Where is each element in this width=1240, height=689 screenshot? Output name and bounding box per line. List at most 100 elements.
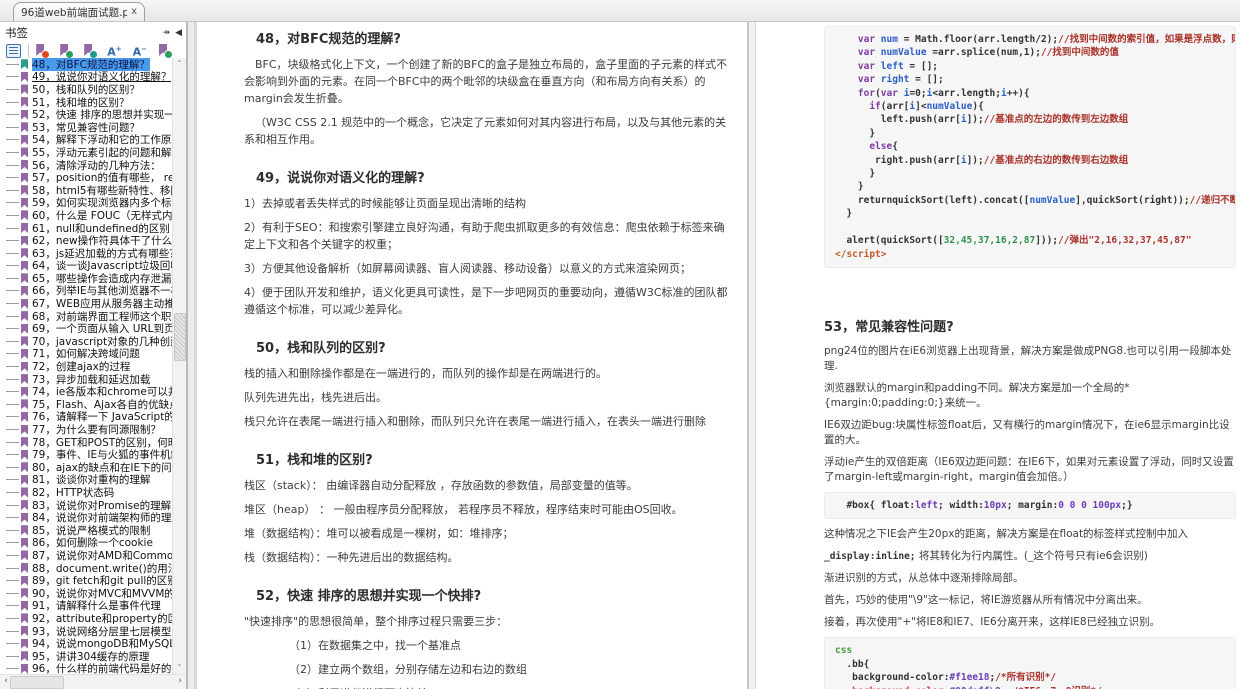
- bookmark-item[interactable]: 85，说说严格模式的限制: [0, 524, 173, 537]
- bookmark-item[interactable]: 63，js延迟加载的方式有哪些？: [0, 247, 173, 260]
- bookmark-item[interactable]: 64，谈一谈Javascript垃圾回收方式: [0, 260, 173, 272]
- bookmark-item[interactable]: 78，GET和POST的区别，何时使用POST: [0, 436, 173, 448]
- bookmark-icon: [21, 411, 28, 422]
- expand-panel-icon[interactable]: ↠: [163, 28, 171, 38]
- bookmark-item[interactable]: 96，什么样的前端代码是好的: [0, 663, 173, 674]
- bookmark-item[interactable]: 88，document.write()的用法: [0, 562, 173, 574]
- bookmark-item[interactable]: 90，说说你对MVC和MVVM的理解: [0, 587, 173, 600]
- scroll-up-icon[interactable]: ˄: [173, 58, 186, 70]
- doc-paragraph: 4）便于团队开发和维护，语义化更具可读性，是下一步吧网页的重要动向，遵循W3C标…: [244, 286, 728, 316]
- bookmark-item[interactable]: 82，HTTP状态码: [0, 486, 173, 499]
- bookmark-icon: [21, 537, 28, 548]
- bookmark-icon: [21, 185, 28, 196]
- tree-connector: [6, 466, 19, 468]
- bookmark-item[interactable]: 52，快速 排序的思想并实现一个快排？: [0, 108, 173, 121]
- horizontal-scrollbar-thumb[interactable]: [10, 676, 64, 689]
- bookmark-label: 93，说说网络分层里七层模型是哪七层: [32, 625, 173, 638]
- bookmark-item[interactable]: 53，常见兼容性问题？: [0, 121, 173, 134]
- scroll-down-icon[interactable]: ˅: [173, 662, 186, 674]
- bookmark-item[interactable]: 55，浮动元素引起的问题和解决办法？: [0, 146, 173, 159]
- bookmark-item[interactable]: 48，对BFC规范的理解？: [0, 58, 173, 71]
- code-token: }: [835, 127, 876, 139]
- bookmark-item[interactable]: 65，哪些操作会造成内存泄漏？: [0, 272, 173, 285]
- bookmark-item[interactable]: 83，说说你对Promise的理解: [0, 499, 173, 512]
- pdf-page-left: 48，对BFC规范的理解? BFC，块级格式化上下文，一个创建了新的BFC的盒子是…: [197, 22, 747, 689]
- bookmark-locate-icon[interactable]: [83, 44, 99, 59]
- bookmark-item[interactable]: 75，Flash、Ajax各自的优缺点，如何取舍: [0, 398, 173, 411]
- bookmark-label: 82，HTTP状态码: [32, 486, 115, 499]
- bookmark-item[interactable]: 70，javascript对象的几种创建方式: [0, 335, 173, 348]
- bookmark-item[interactable]: 71，如何解决跨域问题: [0, 348, 173, 361]
- bookmark-item[interactable]: 60，什么是 FOUC（无样式内容闪烁）: [0, 209, 173, 222]
- bookmark-item[interactable]: 50，栈和队列的区别？: [0, 83, 173, 96]
- code-line: returnquickSort(left).concat([numValue],…: [835, 194, 1235, 207]
- collapse-panel-icon[interactable]: ◀: [175, 28, 182, 38]
- bookmark-label: 59，如何实现浏览器内多个标签页之间的通信?: [32, 197, 173, 210]
- document-tab[interactable]: 96道web前端面试题.pdf x: [13, 2, 145, 21]
- bookmark-label: 83，说说你对Promise的理解: [32, 499, 172, 512]
- bookmark-options-icon[interactable]: [158, 44, 173, 59]
- font-increase-icon[interactable]: A+: [107, 43, 121, 59]
- code-token: ){: [972, 101, 984, 113]
- panel-splitter[interactable]: [186, 22, 197, 689]
- bookmark-item[interactable]: 74，ie各版本和chrome可以并行下载多少资源: [0, 385, 173, 398]
- bookmark-item[interactable]: 93，说说网络分层里七层模型是哪七层: [0, 625, 173, 638]
- bookmark-label: 62，new操作符具体干了什么呢?: [32, 235, 173, 247]
- tree-connector: [6, 454, 19, 456]
- bookmark-item[interactable]: 51，栈和堆的区别？: [0, 96, 173, 108]
- bookmark-item[interactable]: 87，说说你对AMD和Commonjs的理解: [0, 549, 173, 562]
- tree-connector: [6, 542, 19, 544]
- code-token: ]));: [1035, 235, 1059, 247]
- bookmark-item[interactable]: 81，谈谈你对重构的理解: [0, 474, 173, 487]
- sidebar-horizontal-scrollbar[interactable]: ‹ ›: [0, 674, 186, 689]
- scroll-right-icon[interactable]: ›: [174, 675, 186, 689]
- bookmark-item[interactable]: 67，WEB应用从服务器主动推送数据的方式: [0, 297, 173, 310]
- bookmark-item[interactable]: 66，列举IE与其他浏览器不一样的特性？: [0, 285, 173, 297]
- bookmark-label: 81，谈谈你对重构的理解: [32, 474, 151, 487]
- bookmark-item[interactable]: 76，请解释一下 JavaScript的同源策略: [0, 411, 173, 423]
- bookmark-item[interactable]: 77，为什么要有同源限制？: [0, 423, 173, 436]
- bookmark-item[interactable]: 59，如何实现浏览器内多个标签页之间的通信?: [0, 197, 173, 210]
- bookmark-panel-icon[interactable]: [6, 44, 22, 58]
- bookmark-remove-icon[interactable]: [35, 44, 51, 59]
- bookmark-item[interactable]: 56，清除浮动的几种方法：: [0, 159, 173, 171]
- bookmark-item[interactable]: 79，事件、IE与火狐的事件机制有什么区别: [0, 448, 173, 461]
- bookmark-item[interactable]: 68，对前端界面工程师这个职位是怎么理解的: [0, 310, 173, 322]
- code-token: }: [835, 208, 853, 220]
- bookmark-item[interactable]: 62，new操作符具体干了什么呢?: [0, 234, 173, 247]
- bookmark-item[interactable]: 69，一个页面从输入 URL到页面加载完: [0, 322, 173, 335]
- bookmark-icon: [21, 260, 28, 271]
- bookmark-label: 65，哪些操作会造成内存泄漏？: [32, 272, 173, 285]
- bookmark-item[interactable]: 86，如何删除一个cookie: [0, 537, 173, 549]
- bookmark-item[interactable]: 84，说说你对前端架构师的理解: [0, 511, 173, 524]
- bookmark-add-icon[interactable]: [59, 44, 75, 59]
- code-token: var: [857, 34, 876, 45]
- bookmark-item[interactable]: 89，git fetch和git pull的区别: [0, 574, 173, 587]
- bookmark-item[interactable]: 54，解释下浮动和它的工作原理？: [0, 134, 173, 146]
- bookmark-label: 71，如何解决跨域问题: [32, 348, 140, 361]
- toolbar-separator: [28, 44, 30, 58]
- bookmark-item[interactable]: 80，ajax的缺点和在IE下的问题？: [0, 461, 173, 474]
- bookmark-item[interactable]: 94，说说mongoDB和MySQL的区别: [0, 637, 173, 650]
- bookmark-list: 48，对BFC规范的理解？ 49，说说你对语义化的理解？ 50，栈和队列的区别？ 51…: [0, 58, 173, 674]
- bookmark-item[interactable]: 91，请解释什么是事件代理: [0, 600, 173, 612]
- bookmark-item[interactable]: 61，null和undefined的区别: [0, 222, 173, 234]
- bookmark-label: 75，Flash、Ajax各自的优缺点，如何取舍: [32, 398, 173, 411]
- code-token: =0;: [909, 87, 927, 99]
- vertical-scrollbar-thumb[interactable]: [174, 313, 186, 361]
- bookmark-item[interactable]: 57，position的值有哪些， relative和absolute定位: [0, 171, 173, 184]
- bookmark-item[interactable]: 92，attribute和property的区别是什么: [0, 612, 173, 625]
- bookmark-item[interactable]: 49，说说你对语义化的理解？: [0, 71, 173, 83]
- code-token: {: [892, 141, 898, 153]
- doc-paragraph: "快速排序"的思想很简单，整个排序过程只需要三步：: [244, 615, 508, 628]
- bookmark-item[interactable]: 72，创建ajax的过程: [0, 360, 173, 373]
- font-decrease-icon[interactable]: A−: [133, 43, 147, 59]
- bookmark-item[interactable]: 73，异步加载和延迟加载: [0, 373, 173, 385]
- tab-close-icon[interactable]: x: [131, 7, 137, 17]
- sidebar-vertical-scrollbar[interactable]: ˄ ˅: [172, 58, 186, 674]
- code-line: #box{ float:left; width:10px; margin:0 0…: [835, 499, 1225, 512]
- bookmark-item[interactable]: 58，html5有哪些新特性、移除了那些元素？: [0, 184, 173, 197]
- tree-connector: [6, 592, 19, 594]
- bookmark-icon: [21, 474, 28, 485]
- bookmark-item[interactable]: 95，讲讲304缓存的原理: [0, 650, 173, 663]
